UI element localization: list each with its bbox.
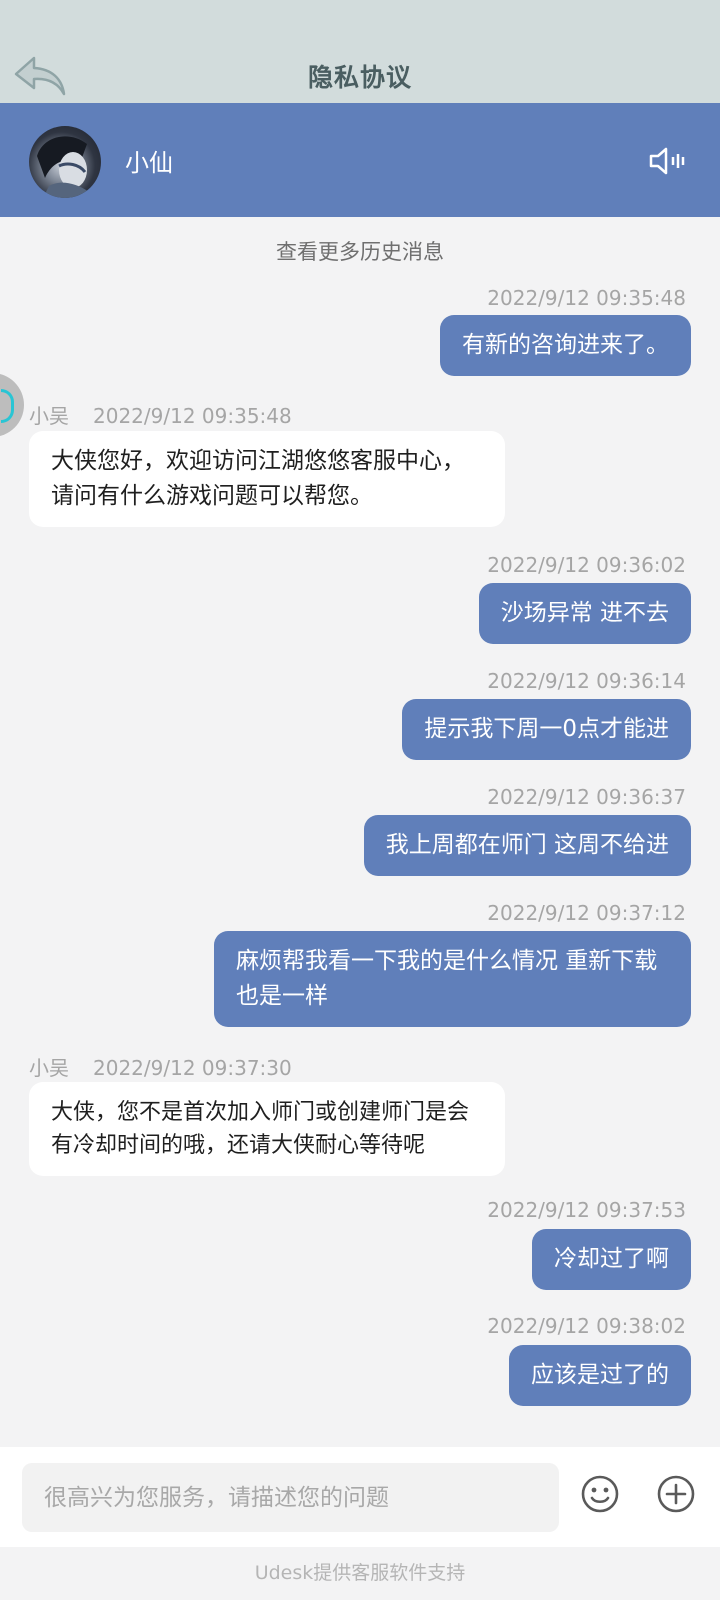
message-timestamp: 2022/9/12 09:36:02 [487,553,686,577]
speaker-icon[interactable] [648,145,686,177]
smiley-icon[interactable] [580,1474,620,1514]
incoming-message[interactable]: 大侠，您不是首次加入师门或创建师门是会有冷却时间的哦，还请大侠耐心等待呢 [29,1082,505,1176]
outgoing-message[interactable]: 提示我下周一0点才能进 [402,699,691,760]
message-timestamp: 2022/9/12 09:36:14 [487,669,686,693]
message-timestamp: 2022/9/12 09:37:30 [93,1056,292,1080]
message-timestamp: 2022/9/12 09:37:53 [487,1198,686,1222]
message-timestamp: 2022/9/12 09:35:48 [487,286,686,310]
sender-line: 小吴 2022/9/12 09:35:48 [29,400,292,429]
agent-bar: 小仙 [0,103,720,217]
message-timestamp: 2022/9/12 09:36:37 [487,785,686,809]
plus-circle-icon[interactable] [656,1474,696,1514]
outgoing-message[interactable]: 应该是过了的 [509,1345,691,1406]
message-timestamp: 2022/9/12 09:37:12 [487,901,686,925]
avatar-image [37,136,89,198]
top-bar: 隐私协议 [0,0,720,103]
outgoing-message[interactable]: 麻烦帮我看一下我的是什么情况 重新下载也是一样 [214,931,691,1027]
incoming-message[interactable]: 大侠您好，欢迎访问江湖悠悠客服中心，请问有什么游戏问题可以帮您。 [29,431,505,527]
agent-name: 小仙 [125,149,173,177]
message-timestamp: 2022/9/12 09:35:48 [93,404,292,428]
outgoing-message[interactable]: 有新的咨询进来了。 [440,315,691,376]
sender-name: 小吴 [29,1056,69,1080]
chevron-right-icon [1,389,14,423]
message-timestamp: 2022/9/12 09:38:02 [487,1314,686,1338]
powered-by-note: Udesk提供客服软件支持 [0,1547,720,1600]
composer-bar [0,1447,720,1547]
message-input[interactable] [22,1463,559,1532]
floating-side-handle[interactable] [0,373,24,437]
outgoing-message[interactable]: 沙场异常 进不去 [478,583,691,644]
agent-avatar[interactable] [29,126,101,198]
sender-line: 小吴 2022/9/12 09:37:30 [29,1052,292,1081]
outgoing-message[interactable]: 冷却过了啊 [532,1229,691,1290]
more-history-link[interactable]: 查看更多历史消息 [0,236,720,266]
page-title: 隐私协议 [307,63,412,92]
outgoing-message[interactable]: 我上周都在师门 这周不给进 [363,815,691,876]
sender-name: 小吴 [29,404,69,428]
